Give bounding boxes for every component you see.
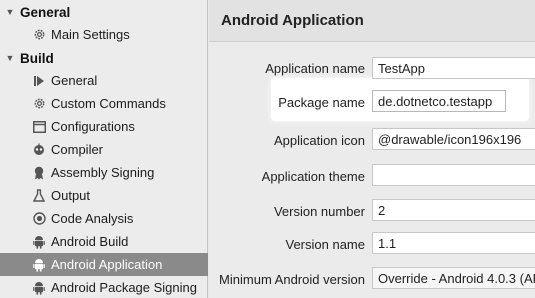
sidebar-item-label: General [51, 73, 98, 88]
panel-header: Android Application [209, 0, 535, 42]
page-title: Android Application [221, 12, 364, 29]
certificate-icon [32, 166, 46, 180]
sidebar-item-main-settings[interactable]: Main Settings [0, 23, 208, 46]
application-theme-label: Application theme [261, 169, 365, 184]
sidebar-item-label: Main Settings [51, 27, 130, 42]
application-name-label: Application name [265, 61, 365, 76]
version-name-field[interactable]: 1.1 [372, 232, 535, 254]
robot-icon [32, 143, 46, 157]
settings-panel: Android Application Application name Tes… [209, 0, 535, 298]
sidebar-item-label: Custom Commands [51, 96, 166, 111]
flask-icon [32, 189, 46, 203]
version-number-label: Version number [273, 204, 365, 219]
sidebar-item-output[interactable]: Output [0, 184, 208, 207]
window-icon [32, 120, 46, 134]
collapse-triangle-icon[interactable]: ▼ [0, 53, 20, 63]
sidebar-item-custom-commands[interactable]: Custom Commands [0, 92, 208, 115]
sidebar-item-label: Assembly Signing [51, 165, 155, 180]
sidebar-item-label: Compiler [51, 142, 104, 157]
application-name-field[interactable]: TestApp [372, 57, 535, 79]
sidebar-item-label: Android Build [51, 234, 129, 249]
sidebar-item-label: Output [51, 188, 91, 203]
minimum-android-version-select[interactable]: Override - Android 4.0.3 (API [372, 267, 535, 289]
section-general[interactable]: ▼ General [0, 1, 71, 23]
package-name-field[interactable]: de.dotnetco.testapp [372, 90, 506, 112]
sidebar: ▼ General Main Settings ▼ Build General … [0, 0, 208, 298]
play-icon [32, 74, 46, 88]
target-icon [32, 212, 46, 226]
sidebar-item-general[interactable]: General [0, 69, 208, 92]
section-build[interactable]: ▼ Build [0, 47, 54, 69]
application-theme-field[interactable] [372, 164, 535, 186]
sidebar-item-assembly-signing[interactable]: Assembly Signing [0, 161, 208, 184]
android-icon [32, 235, 46, 249]
sidebar-item-label: Configurations [51, 119, 135, 134]
android-icon [32, 258, 46, 272]
section-general-label: General [20, 4, 71, 20]
section-build-label: Build [20, 50, 54, 66]
version-number-field[interactable]: 2 [372, 199, 535, 221]
sidebar-item-label: Code Analysis [51, 211, 134, 226]
gear-icon [32, 97, 46, 111]
sidebar-item-label: Android Package Signing [51, 280, 197, 295]
sidebar-item-android-package-signing[interactable]: Android Package Signing [0, 276, 208, 298]
sidebar-item-configurations[interactable]: Configurations [0, 115, 208, 138]
gear-icon [32, 28, 46, 42]
collapse-triangle-icon[interactable]: ▼ [0, 7, 20, 17]
sidebar-item-android-build[interactable]: Android Build [0, 230, 208, 253]
minimum-android-version-label: Minimum Android version [219, 272, 365, 287]
android-icon [32, 281, 46, 295]
sidebar-item-label: Android Application [51, 257, 163, 272]
version-name-label: Version name [285, 237, 366, 252]
sidebar-item-code-analysis[interactable]: Code Analysis [0, 207, 208, 230]
application-icon-label: Application icon [273, 133, 365, 148]
package-name-label: Package name [278, 95, 365, 110]
sidebar-item-android-application[interactable]: Android Application [0, 253, 208, 276]
application-icon-field[interactable]: @drawable/icon196x196 [372, 128, 535, 150]
sidebar-item-compiler[interactable]: Compiler [0, 138, 208, 161]
